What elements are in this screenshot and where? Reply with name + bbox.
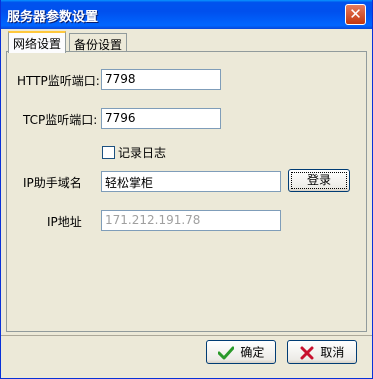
domain-label: IP助手域名 [23, 176, 82, 190]
ip-address-field: 171.212.191.78 [101, 210, 281, 231]
dialog-window: 服务器参数设置 ✕ 网络设置 备份设置 HTTP监听端口: 7798 TCP监听… [0, 0, 373, 379]
close-button[interactable]: ✕ [345, 4, 366, 25]
http-port-input[interactable]: 7798 [101, 69, 221, 90]
tab-network-settings[interactable]: 网络设置 [8, 31, 67, 53]
check-icon [217, 346, 234, 359]
tcp-port-input[interactable]: 7796 [101, 108, 221, 129]
http-port-label: HTTP监听端口: [17, 74, 100, 88]
tab-label: 备份设置 [74, 38, 123, 52]
cancel-button[interactable]: 取消 [287, 340, 357, 364]
footer-divider [1, 335, 372, 336]
tab-backup-settings[interactable]: 备份设置 [69, 33, 128, 53]
tab-label: 网络设置 [13, 37, 62, 51]
x-icon [300, 346, 314, 359]
domain-input[interactable]: 轻松掌柜 [101, 171, 281, 192]
login-button[interactable]: 登录 [288, 169, 350, 192]
ip-address-label: IP地址 [47, 215, 82, 229]
login-button-label: 登录 [306, 173, 331, 187]
title-bar[interactable]: 服务器参数设置 ✕ [1, 0, 372, 29]
close-icon: ✕ [349, 5, 362, 23]
window-title: 服务器参数设置 [7, 10, 99, 25]
ok-button-label: 确定 [240, 345, 265, 360]
cancel-button-label: 取消 [320, 345, 345, 360]
ok-button[interactable]: 确定 [206, 340, 276, 364]
log-checkbox-label: 记录日志 [118, 146, 167, 160]
tcp-port-label: TCP监听端口: [23, 113, 98, 127]
log-checkbox[interactable] [102, 146, 115, 159]
